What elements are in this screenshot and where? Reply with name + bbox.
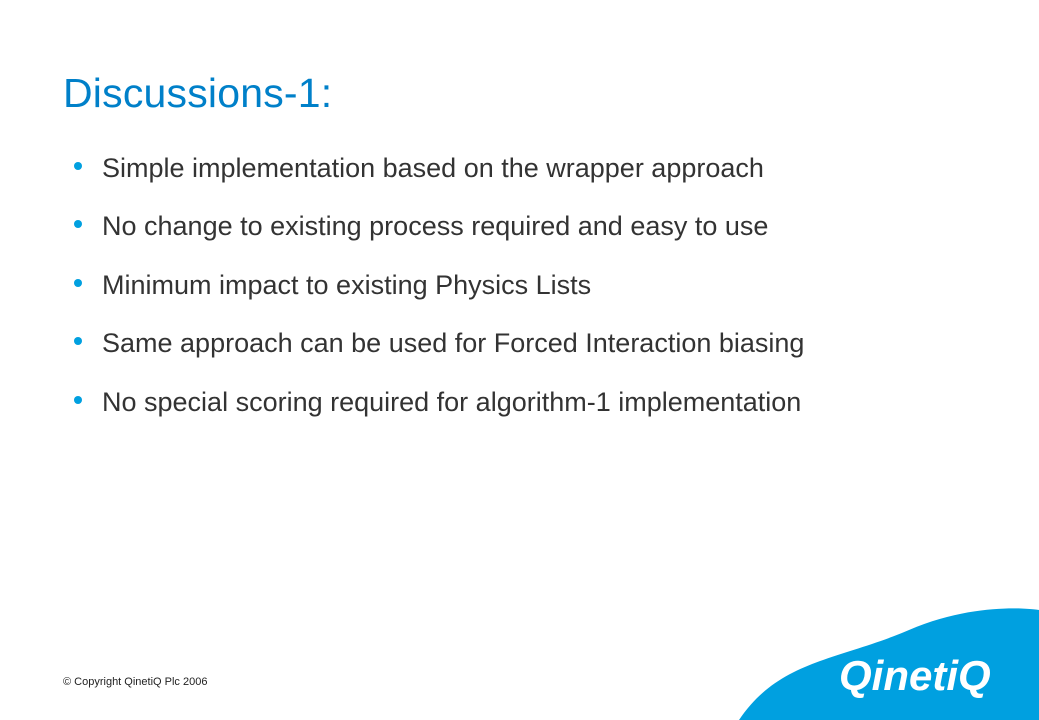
slide-title: Discussions-1:: [63, 70, 332, 117]
bullet-text: Same approach can be used for Forced Int…: [102, 325, 804, 361]
bullet-icon: [74, 220, 82, 228]
bullet-text: Simple implementation based on the wrapp…: [102, 150, 764, 186]
list-item: Simple implementation based on the wrapp…: [74, 150, 954, 186]
bullet-text: No change to existing process required a…: [102, 208, 768, 244]
bullet-icon: [74, 279, 82, 287]
bullet-icon: [74, 396, 82, 404]
bullet-icon: [74, 337, 82, 345]
bullet-icon: [74, 162, 82, 170]
bullet-text: Minimum impact to existing Physics Lists: [102, 267, 591, 303]
qinetiq-logo: QinetiQ: [739, 600, 1039, 720]
logo-icon: QinetiQ: [739, 600, 1039, 720]
copyright-text: © Copyright QinetiQ Plc 2006: [63, 676, 207, 688]
list-item: No change to existing process required a…: [74, 208, 954, 244]
logo-text: QinetiQ: [839, 652, 991, 700]
slide: Discussions-1: Simple implementation bas…: [0, 0, 1039, 720]
bullet-text: No special scoring required for algorith…: [102, 384, 801, 420]
list-item: Minimum impact to existing Physics Lists: [74, 267, 954, 303]
list-item: Same approach can be used for Forced Int…: [74, 325, 954, 361]
bullet-list: Simple implementation based on the wrapp…: [74, 150, 954, 442]
list-item: No special scoring required for algorith…: [74, 384, 954, 420]
